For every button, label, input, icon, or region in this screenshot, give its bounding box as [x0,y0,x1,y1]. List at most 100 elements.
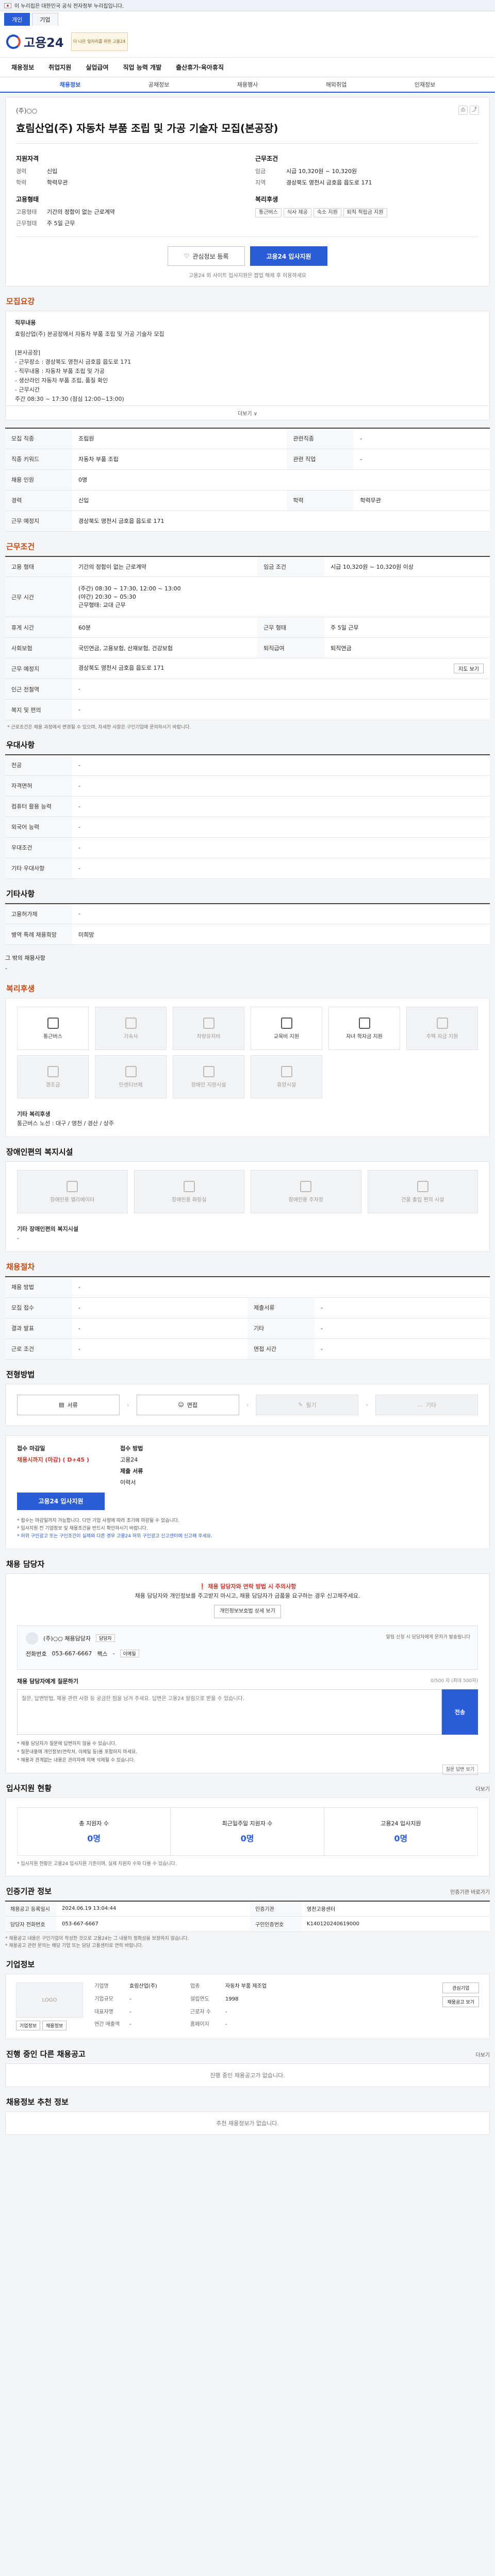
table-row: 모집 접수 - 제출서류 - [5,1297,490,1318]
table-row: 결과 발표 - 기타 - [5,1318,490,1339]
apply-section: 접수 마감일 접수 방법 채용시까지 (마감) ( D+45 ) 고용24 제출… [5,1435,490,1549]
manager-alert: 알림 신청 시 담당자에게 문자가 발송됩니다 [386,1634,470,1640]
job-title: 효림산업(주) 자동차 부품 조립 및 가공 기술자 모집(본공장) [16,122,278,134]
status-title: 입사지원 현황 [6,1783,52,1793]
welfare-chip: 숙소 지원 [313,208,341,217]
steps-row: ▤ 서류 › ☺ 면접 › ✎ 필기 › … 기타 [5,1383,490,1426]
etc-title: 기타사항 [6,889,35,899]
nav-leave[interactable]: 출산휴가·육아휴직 [169,63,231,72]
char-count: 0/500 자 (최대 500자) [431,1678,478,1684]
welfare-icon [436,1017,448,1029]
document-icon: ▤ [59,1401,64,1408]
manager-title: 채용 담당자 [6,1559,45,1569]
favorite-company-button[interactable]: 관심기업 [442,1982,479,1993]
subnav-overseas[interactable]: 해외취업 [292,80,381,89]
nav-employment-support[interactable]: 취업지원 [41,63,78,72]
print-icon[interactable]: ⎙ [458,106,468,115]
welfare-item: 인센티브제 [95,1055,167,1098]
welfare-label: 통근버스 [43,1033,62,1040]
welfare-item: 경조금 [17,1055,89,1098]
table-row: 우대조건 - [5,837,490,858]
disability-item: 장애인용 주차장 [251,1170,361,1213]
desc-text: 효림산업(주) 본공장에서 자동차 부품 조립 및 가공 기술자 모집 [본사공… [15,331,164,405]
manager-phone[interactable]: 053-667-6667 [52,1650,92,1657]
table-row: 휴게 시간 60분 근무 형태 주 5일 근무 [5,617,490,638]
privacy-link[interactable]: 개인정보보호법 상세 보기 [214,1604,281,1618]
pen-icon: ✎ [298,1401,303,1408]
subnav-events[interactable]: 채용행사 [203,80,292,89]
company-jobs-button[interactable]: 채용정보 [42,2021,67,2030]
tab-personal[interactable]: 개인 [4,13,30,26]
manager-section: 채용 담당자 ❗ 채용 담당자와 연락 방법 시 주의사항 채용 담당자와 개인… [5,1558,490,1775]
answers-button[interactable]: 질문 답변 보기 [442,1764,478,1775]
employment-heading: 고용형태 [16,196,39,203]
promo-banner[interactable]: 더 나은 일자리를 위한 고용24 [71,32,128,51]
subnav-talent[interactable]: 인재정보 [381,80,469,89]
apply-button[interactable]: 고용24 입사지원 [250,246,327,266]
summary-education: 학력 학력무관 [16,179,68,186]
recommend-section: 채용정보 추천 정보 추천 채용정보가 없습니다. [5,2096,490,2135]
more-button[interactable]: 더보기 ∨ [5,406,490,420]
apply-button-bottom[interactable]: 고용24 입사지원 [17,1492,105,1510]
other-jobs-empty: 진행 중인 채용공고가 없습니다. [5,2063,490,2087]
conditions-title: 근무조건 [6,541,35,551]
welfare-icon [280,1065,292,1077]
nav-training[interactable]: 직업 능력 개발 [116,63,169,72]
gov-notice-text: 이 누리집은 대한민국 공식 전자정부 누리집입니다. [14,4,124,9]
stat-week: 최근일주일 지원자 수 0명 [171,1807,324,1855]
subnav-public[interactable]: 공채정보 [114,80,203,89]
interview-icon: ☺ [178,1401,184,1408]
company-name[interactable]: (주)○○ [16,106,37,115]
table-row: 근무 시간 (주간) 08:30 ~ 17:30, 12:00 ~ 13:00 (… [5,577,490,617]
other-jobs-link[interactable]: 더보기 [475,2050,490,2058]
disability-title: 장애인편의 복지시설 [6,1147,73,1157]
welfare-item: 휴양시설 [251,1055,322,1098]
company-title: 기업정보 [6,1960,35,1969]
welfare-item: 차량유지비 [173,1007,244,1050]
manager-tag: 담당자 [96,1634,115,1642]
company-section: 기업정보 LOGO 기업정보 채용정보 기업명 효림산업(주) 업종 자동차 부품 제… [5,1959,490,2039]
disability-item: 장애인용 엘리베이터 [17,1170,128,1213]
site-logo[interactable]: 고용24 [6,32,64,50]
method-label: 접수 방법 [120,1445,143,1452]
welfare-label: 휴양시설 [277,1082,296,1088]
share-icon[interactable]: ⤴ [470,106,479,115]
welfare-label: 차량유지비 [196,1033,221,1040]
tab-company[interactable]: 기업 [32,13,58,26]
send-button[interactable]: 전송 [442,1689,478,1735]
table-row: 채용공고 등록일시 2024.06.19 13:04:44 인증기관 영천고용센터 [5,1901,490,1917]
company-postings-button[interactable]: 채용공고 보기 [442,1996,479,2007]
welfare-item: 기숙사 [95,1007,167,1050]
posting-section: 인증기관 정보 인증기관 바로가기 채용공고 등록일시 2024.06.19 13:… [5,1886,490,1950]
steps-section: 전형방법 ▤ 서류 › ☺ 면접 › ✎ 필기 › … 기타 [5,1369,490,1426]
manager-name: (주)○○ 채용담당자 [43,1635,91,1642]
welfare-label: 인센티브제 [119,1082,143,1088]
table-row: 복지 및 편의 - [5,699,490,720]
inquiry-input[interactable] [17,1689,442,1735]
subnav-jobs[interactable]: 채용정보 [26,80,114,89]
posting-link[interactable]: 인증기관 바로가기 [450,1888,490,1895]
inquiry: 채용 담당자에게 질문하기0/500 자 (최대 500자) 전송 * 채용 담… [17,1677,478,1775]
elevator-icon [67,1180,78,1192]
table-row: 근로 조건 - 면접 시간 - [5,1338,490,1360]
process-title: 채용절차 [6,1262,35,1272]
welfare-label: 주택 자금 지원 [426,1033,458,1040]
summary-region: 지역 경상북도 영천시 금호읍 읍도로 171 [255,179,372,186]
save-interest-button[interactable]: ♡ 관심정보 등록 [168,246,245,266]
company-info-button[interactable]: 기업정보 [16,2021,41,2030]
table-row: 자격면허 - [5,775,490,796]
qualification-heading: 지원자격 [16,155,39,162]
nav-jobs[interactable]: 채용정보 [4,63,41,72]
status-more-link[interactable]: 더보기 [475,1785,490,1792]
other-jobs-title: 진행 중인 다른 채용공고 [6,2049,86,2059]
sub-nav: 채용정보 공채정보 채용행사 해외취업 인재정보 [0,77,495,93]
welfare-item: 통근버스 [17,1007,89,1050]
email-button[interactable]: 이메일 [120,1650,139,1657]
table-row: 사회보험 국민연금, 고용보험, 산재보험, 건강보험 퇴직급여 퇴직연금 [5,637,490,658]
posting-title: 인증기관 정보 [6,1886,52,1896]
heart-icon: ♡ [184,252,190,260]
entrance-icon [417,1180,428,1192]
map-button[interactable]: 지도 보기 [454,664,484,673]
nav-unemployment[interactable]: 실업급여 [78,63,116,72]
conditions-table: 고용 형태 기간의 정함이 없는 근로계약 임금 조건 시급 10,320원 ~ 10… [5,555,490,720]
